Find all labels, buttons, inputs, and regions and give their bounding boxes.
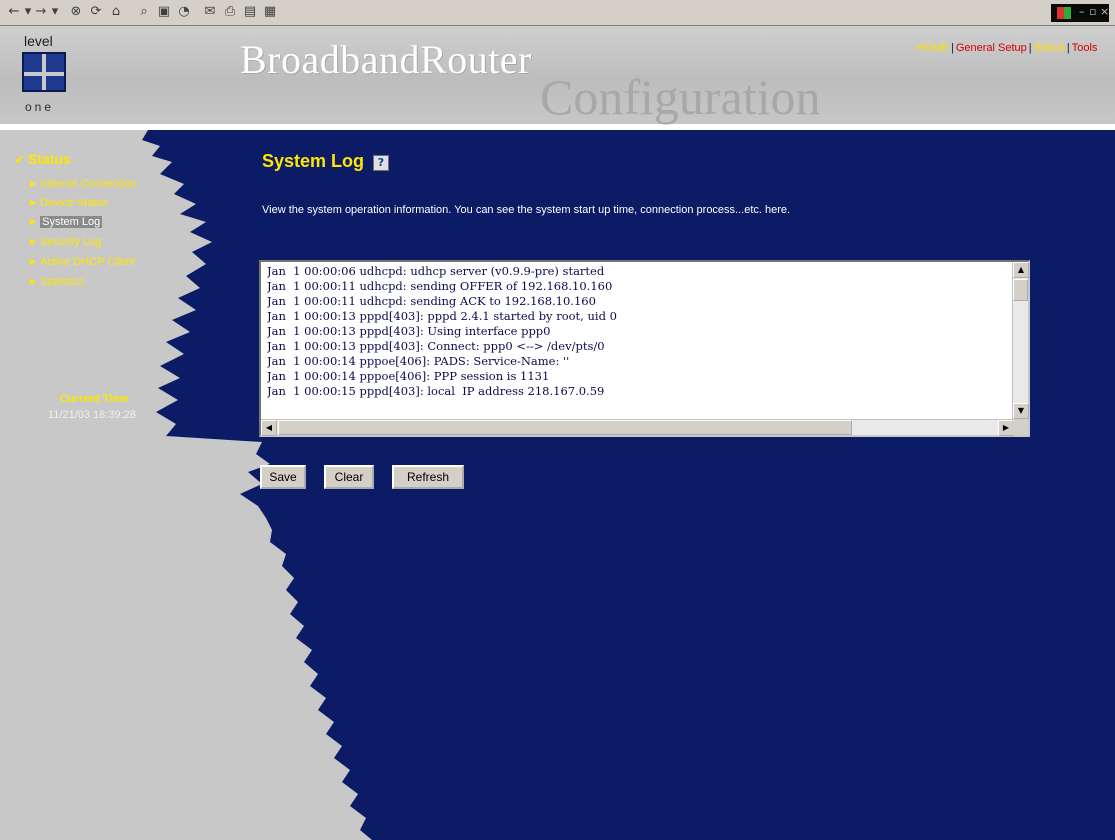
log-line: Jan 1 00:00:13 pppd[403]: Using interfac… xyxy=(267,324,551,338)
nav-separator: | xyxy=(1066,42,1070,54)
sidebar-item-label: Active DHCP Client xyxy=(40,256,136,268)
refresh-icon[interactable]: ⟳ xyxy=(88,4,104,20)
sidebar-item-system-log[interactable]: ▶ System Log xyxy=(30,216,103,228)
log-line: Jan 1 00:00:13 pppd[403]: Connect: ppp0 … xyxy=(267,339,605,353)
arrow-right-icon: ▶ xyxy=(30,237,37,246)
sidebar-item-label: System Log xyxy=(40,216,103,228)
vertical-scrollbar[interactable]: ▲ ▼ xyxy=(1012,262,1029,419)
log-line: Jan 1 00:00:15 pppd[403]: local IP addre… xyxy=(267,384,605,398)
current-time-value: 11/21/03 18:39:28 xyxy=(48,409,136,421)
minimize-icon[interactable]: – xyxy=(1079,5,1085,18)
scroll-down-icon[interactable]: ▼ xyxy=(1013,403,1029,419)
log-line: Jan 1 00:00:14 pppoe[406]: PADS: Service… xyxy=(267,354,570,368)
horizontal-scroll-thumb[interactable] xyxy=(278,420,852,435)
arrow-right-icon: ▶ xyxy=(30,217,37,226)
router-config-page: ← ▾ → ▾ ⊗ ⟳ ⌂ ⌕ ▣ ◔ ✉ ⎙ ▤ ▦ – ▫ × level … xyxy=(0,0,1115,840)
sidebar-item-label: Statistics xyxy=(40,276,85,288)
sidebar-item-active-dhcp-client[interactable]: ▶ Active DHCP Client xyxy=(30,256,135,268)
browser-toolbar: ← ▾ → ▾ ⊗ ⟳ ⌂ ⌕ ▣ ◔ ✉ ⎙ ▤ ▦ – ▫ × xyxy=(0,0,1115,26)
home-icon[interactable]: ⌂ xyxy=(108,4,124,20)
scroll-left-icon[interactable]: ◀ xyxy=(261,420,277,436)
sidebar-item-security-log[interactable]: ▶ Security Log xyxy=(30,236,101,248)
arrow-right-icon: ▶ xyxy=(30,198,37,207)
sidebar-item-device-status[interactable]: ▶ Device Status xyxy=(30,197,108,209)
sidebar-item-internet-connection[interactable]: ▶ Internet Connection xyxy=(30,178,136,190)
sidebar-title-label: Status xyxy=(27,151,71,167)
checkmark-icon: ✔ xyxy=(14,153,25,168)
horizontal-scrollbar[interactable]: ◀ ▶ xyxy=(261,419,1014,436)
window-controls: – ▫ × xyxy=(1051,4,1109,22)
help-icon[interactable]: ? xyxy=(373,155,389,171)
vertical-scroll-thumb[interactable] xyxy=(1013,279,1028,301)
stop-icon[interactable]: ⊗ xyxy=(68,4,84,20)
log-line: Jan 1 00:00:11 udhcpd: sending OFFER of … xyxy=(267,279,613,293)
clear-button[interactable]: Clear xyxy=(324,465,374,489)
nav-tools-link[interactable]: Tools xyxy=(1072,42,1098,54)
log-line: Jan 1 00:00:13 pppd[403]: pppd 2.4.1 sta… xyxy=(267,309,617,323)
mail-icon[interactable]: ✉ xyxy=(202,4,218,20)
nav-status-link[interactable]: Status xyxy=(1034,42,1065,54)
arrow-right-icon: ▶ xyxy=(30,179,37,188)
history-icon[interactable]: ◔ xyxy=(176,4,192,20)
restore-icon[interactable]: ▫ xyxy=(1089,5,1096,18)
search-icon[interactable]: ⌕ xyxy=(136,4,152,20)
sidebar-item-statistics[interactable]: ▶ Statistics xyxy=(30,276,84,288)
logo-text-one: one xyxy=(25,100,55,114)
sidebar-title[interactable]: ✔ Status xyxy=(14,151,71,168)
nav-separator: | xyxy=(951,42,954,54)
favorites-icon[interactable]: ▣ xyxy=(156,4,172,20)
forward-dropdown-icon[interactable]: ▾ xyxy=(47,4,63,20)
top-navigation: HOME | General Setup | Status | Tools xyxy=(916,42,1115,54)
log-content: Jan 1 00:00:06 udhcpd: udhcp server (v0.… xyxy=(267,264,1015,418)
messenger-icon[interactable]: ▦ xyxy=(262,4,278,20)
header-subtitle: Configuration xyxy=(540,69,821,125)
scroll-up-icon[interactable]: ▲ xyxy=(1013,262,1029,278)
nav-general-setup-link[interactable]: General Setup xyxy=(956,42,1027,54)
windows-logo-icon xyxy=(1057,7,1071,19)
print-icon[interactable]: ⎙ xyxy=(222,4,238,20)
arrow-right-icon: ▶ xyxy=(30,277,37,286)
logo-text-level: level xyxy=(24,33,53,49)
scrollbar-corner xyxy=(1012,419,1028,435)
sidebar-item-label: Device Status xyxy=(40,197,109,209)
levelone-logo-icon xyxy=(22,52,66,92)
log-line: Jan 1 00:00:06 udhcpd: udhcp server (v0.… xyxy=(267,264,605,278)
sidebar-item-label: Security Log xyxy=(40,236,102,248)
save-button[interactable]: Save xyxy=(260,465,306,489)
log-line: Jan 1 00:00:11 udhcpd: sending ACK to 19… xyxy=(267,294,596,308)
arrow-right-icon: ▶ xyxy=(30,257,37,266)
sidebar-item-label: Internet Connection xyxy=(40,178,137,190)
close-icon[interactable]: × xyxy=(1100,5,1109,18)
log-line: Jan 1 00:00:14 pppoe[406]: PPP session i… xyxy=(267,369,550,383)
edit-icon[interactable]: ▤ xyxy=(242,4,258,20)
header-title: BroadbandRouter xyxy=(240,37,532,82)
nav-separator: | xyxy=(1028,42,1032,54)
current-time-label: Current Time xyxy=(60,393,129,405)
nav-home-link[interactable]: HOME xyxy=(916,42,949,54)
system-log-textarea[interactable]: Jan 1 00:00:06 udhcpd: udhcp server (v0.… xyxy=(259,260,1030,437)
page-title: System Log xyxy=(262,151,365,171)
refresh-button[interactable]: Refresh xyxy=(392,465,464,489)
page-description: View the system operation information. Y… xyxy=(262,204,791,216)
